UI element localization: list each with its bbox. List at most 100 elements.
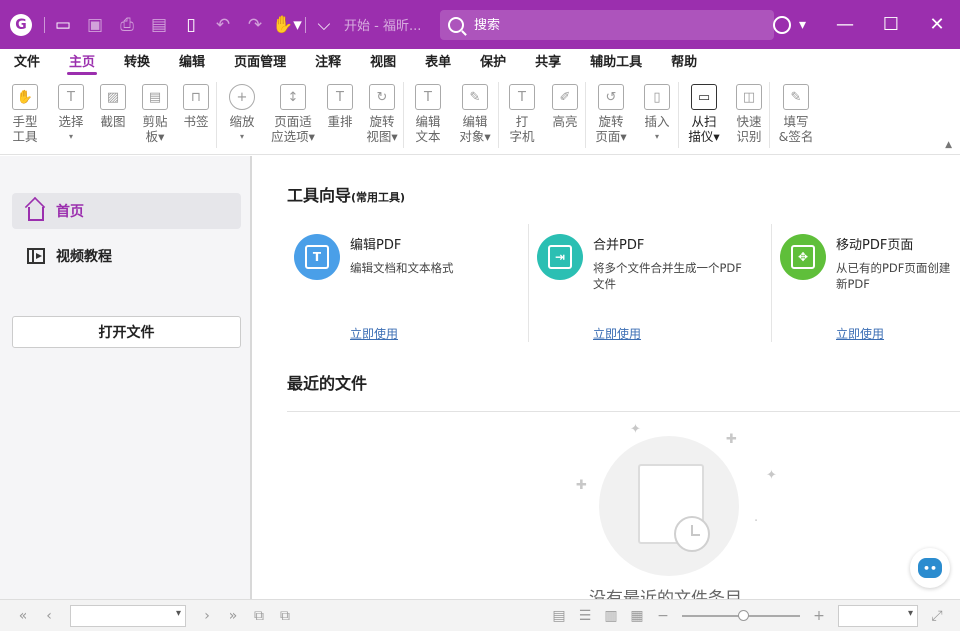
undo-icon[interactable]: ↶ bbox=[207, 0, 239, 49]
zoom-level-select[interactable] bbox=[838, 604, 918, 627]
previous-page-icon[interactable]: ‹ bbox=[36, 603, 62, 629]
empty-recent-text: 没有最近的文件条目 bbox=[589, 589, 742, 599]
open-folder-icon[interactable]: ▭ bbox=[47, 0, 79, 49]
use-now-link[interactable]: 立即使用 bbox=[836, 325, 884, 342]
tool-card-edit-pdf: T 编辑PDF 编辑文档和文本格式 立即使用 bbox=[286, 224, 529, 342]
ocr-icon: ◫ bbox=[736, 84, 762, 110]
redo-icon[interactable]: ↷ bbox=[239, 0, 271, 49]
zoom-button[interactable]: + 缩放 ▾ bbox=[217, 76, 267, 155]
use-now-link[interactable]: 立即使用 bbox=[593, 325, 641, 342]
rotate-view-label1: 旋转 bbox=[369, 114, 395, 129]
collapse-ribbon-icon[interactable]: ▲ bbox=[945, 140, 952, 150]
page-number-select[interactable] bbox=[70, 604, 186, 627]
edit-object-label1: 编辑 bbox=[462, 114, 488, 129]
rotate-page-label1: 旋转 bbox=[598, 114, 624, 129]
rotate-view-label2: 视图▾ bbox=[366, 129, 398, 144]
customize-toolbar-icon[interactable]: ⌵ bbox=[308, 0, 340, 49]
zoom-label2: ▾ bbox=[239, 132, 244, 141]
single-page-icon[interactable]: ▤ bbox=[546, 603, 572, 629]
typewriter-button[interactable]: T 打 字机 bbox=[499, 76, 545, 155]
zoom-slider-knob[interactable] bbox=[738, 609, 749, 621]
use-now-link[interactable]: 立即使用 bbox=[350, 325, 398, 342]
tool-name: 合并PDF bbox=[593, 238, 645, 253]
menu-protect[interactable]: 保护 bbox=[470, 49, 516, 76]
fill-sign-button[interactable]: ✎ 填写 &签名 bbox=[770, 76, 822, 155]
sidebar-item-home[interactable]: 首页 bbox=[12, 193, 241, 229]
reflow-button[interactable]: T 重排 bbox=[319, 76, 361, 155]
clock-icon bbox=[674, 516, 710, 552]
hand-tool-button[interactable]: ✋ 手型 工具 bbox=[0, 76, 50, 155]
select-tool-label2: ▾ bbox=[68, 132, 73, 141]
fill-sign-icon: ✎ bbox=[783, 84, 809, 110]
snapshot-button[interactable]: ▨ 截图 bbox=[92, 76, 134, 155]
highlight-button[interactable]: ✐ 高亮 bbox=[545, 76, 585, 155]
menu-convert[interactable]: 转换 bbox=[114, 49, 160, 76]
fit-page-icon: ↕ bbox=[280, 84, 306, 110]
select-tool-button[interactable]: T 选择 ▾ bbox=[50, 76, 92, 155]
previous-view-icon[interactable]: ⧉ bbox=[246, 603, 272, 629]
clipboard-button[interactable]: ▤ 剪贴 板▾ bbox=[134, 76, 176, 155]
ocr-button[interactable]: ◫ 快速 识别 bbox=[729, 76, 769, 155]
rotate-page-button[interactable]: ↺ 旋转 页面▾ bbox=[586, 76, 636, 155]
menu-share[interactable]: 共享 bbox=[525, 49, 571, 76]
title-separator bbox=[44, 16, 45, 33]
new-document-icon[interactable]: ▯ bbox=[175, 0, 207, 49]
chat-icon: •• bbox=[918, 558, 942, 578]
edit-text-label1: 编辑 bbox=[415, 114, 441, 129]
assistant-chat-button[interactable]: •• bbox=[910, 548, 950, 588]
snapshot-label: 截图 bbox=[100, 114, 126, 129]
minimize-button[interactable]: — bbox=[822, 0, 868, 49]
print-icon[interactable]: ⎙ bbox=[111, 0, 143, 49]
rotate-view-button[interactable]: ↻ 旋转 视图▾ bbox=[361, 76, 403, 155]
menu-accessibility[interactable]: 辅助工具 bbox=[580, 49, 652, 76]
close-button[interactable]: ✕ bbox=[914, 0, 960, 49]
insert-button[interactable]: ▯ 插入 ▾ bbox=[636, 76, 678, 155]
maximize-button[interactable]: ☐ bbox=[868, 0, 914, 49]
recent-divider bbox=[287, 411, 960, 412]
menu-view[interactable]: 视图 bbox=[360, 49, 406, 76]
fullscreen-icon[interactable]: ⤢ bbox=[924, 603, 950, 629]
menu-home[interactable]: 主页 bbox=[59, 49, 105, 76]
menu-page-manage[interactable]: 页面管理 bbox=[224, 49, 296, 76]
continuous-facing-icon[interactable]: ▦ bbox=[624, 603, 650, 629]
last-page-icon[interactable]: » bbox=[220, 603, 246, 629]
search-input[interactable] bbox=[474, 17, 754, 33]
menu-form[interactable]: 表单 bbox=[415, 49, 461, 76]
save-icon[interactable]: ▣ bbox=[79, 0, 111, 49]
hand-tool-dropdown-icon[interactable]: ✋▾ bbox=[271, 0, 303, 49]
bookmark-button[interactable]: ⊓ 书签 bbox=[176, 76, 216, 155]
zoom-out-icon[interactable]: − bbox=[650, 603, 676, 629]
rotate-page-label2: 页面▾ bbox=[595, 129, 627, 144]
first-page-icon[interactable]: « bbox=[10, 603, 36, 629]
open-file-button[interactable]: 打开文件 bbox=[12, 316, 241, 348]
edit-text-label2: 文本 bbox=[415, 129, 441, 144]
edit-text-button[interactable]: T 编辑 文本 bbox=[404, 76, 452, 155]
select-icon: T bbox=[58, 84, 84, 110]
zoom-in-icon[interactable]: + bbox=[806, 603, 832, 629]
search-box[interactable] bbox=[440, 10, 774, 40]
zoom-icon: + bbox=[229, 84, 255, 110]
scanner-label1: 从扫 bbox=[691, 114, 717, 129]
create-from-file-icon[interactable]: ▤ bbox=[143, 0, 175, 49]
user-account-menu[interactable]: ▾ bbox=[772, 15, 806, 34]
edit-object-button[interactable]: ✎ 编辑 对象▾ bbox=[452, 76, 498, 155]
sparkle-icon: · bbox=[754, 514, 759, 529]
zoom-slider[interactable] bbox=[682, 609, 800, 621]
menu-edit[interactable]: 编辑 bbox=[169, 49, 215, 76]
edit-object-icon: ✎ bbox=[462, 84, 488, 110]
next-view-icon[interactable]: ⧉ bbox=[272, 603, 298, 629]
tool-guide-title-text: 工具向导 bbox=[287, 186, 352, 205]
menu-file[interactable]: 文件 bbox=[4, 49, 50, 76]
menu-comment[interactable]: 注释 bbox=[305, 49, 351, 76]
fit-page-label1: 页面适 bbox=[274, 114, 312, 129]
tool-card-merge-pdf: ⇥ 合并PDF 将多个文件合并生成一个PDF文件 立即使用 bbox=[529, 224, 772, 342]
clipboard-icon: ▤ bbox=[142, 84, 168, 110]
sidebar-item-video[interactable]: 视频教程 bbox=[12, 238, 241, 274]
facing-page-icon[interactable]: ▥ bbox=[598, 603, 624, 629]
next-page-icon[interactable]: › bbox=[194, 603, 220, 629]
continuous-page-icon[interactable]: ☰ bbox=[572, 603, 598, 629]
menu-help[interactable]: 帮助 bbox=[661, 49, 707, 76]
fit-page-button[interactable]: ↕ 页面适 应选项▾ bbox=[267, 76, 319, 155]
scanner-button[interactable]: ▭ 从扫 描仪▾ bbox=[679, 76, 729, 155]
insert-label1: 插入 bbox=[644, 114, 670, 129]
